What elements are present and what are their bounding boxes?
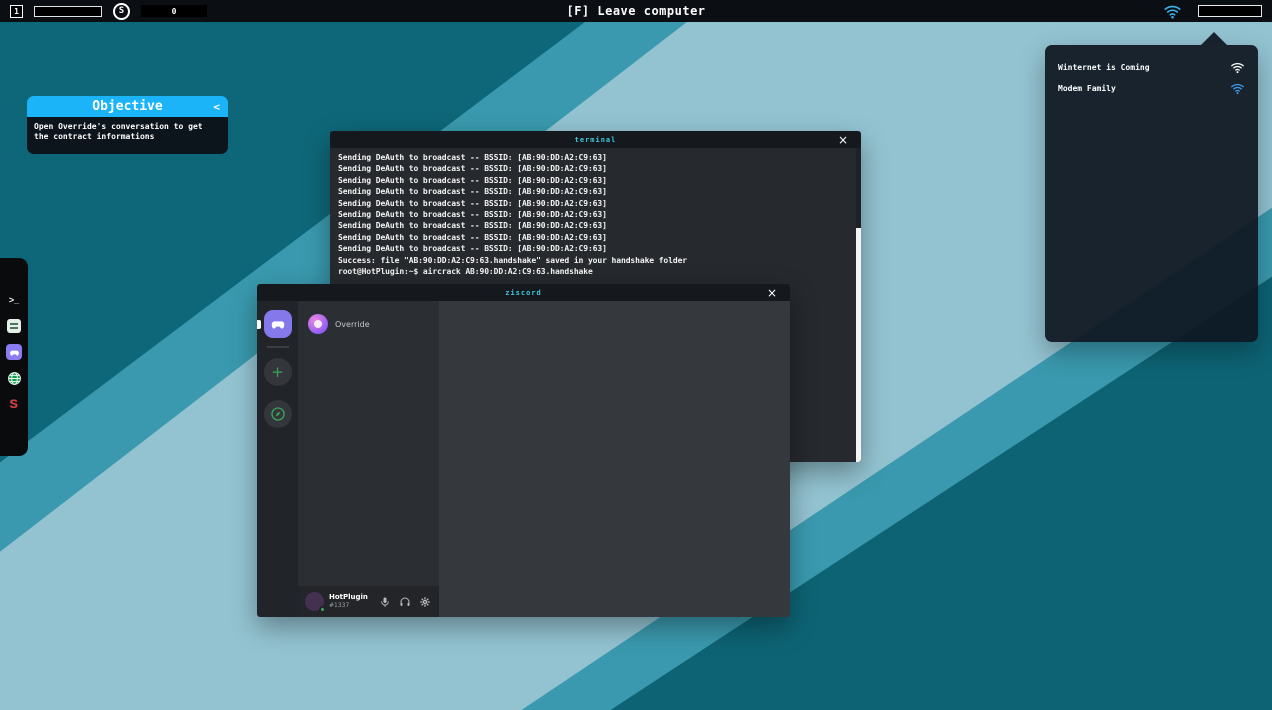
mic-icon[interactable] [377, 594, 392, 609]
terminal-scrollbar[interactable] [856, 148, 861, 462]
ziscord-window: ziscord × + Override [257, 284, 790, 617]
logo-glyph: S [119, 6, 124, 16]
explore-button[interactable] [264, 400, 292, 428]
terminal-line: Sending DeAuth to broadcast -- BSSID: [A… [338, 163, 853, 174]
globe-icon [7, 371, 22, 386]
topbar-right-group [1163, 2, 1262, 21]
dm-avatar [308, 314, 328, 334]
dock-notes-button[interactable] [6, 318, 23, 334]
objective-text: Open Override's conversation to get the … [27, 117, 228, 154]
red-logo-icon: S [10, 397, 18, 411]
wifi-signal-icon-connected [1230, 81, 1245, 96]
terminal-titlebar[interactable]: terminal × [330, 131, 861, 148]
settings-gear-icon[interactable] [417, 594, 432, 609]
notes-icon [7, 319, 21, 333]
terminal-line: Sending DeAuth to broadcast -- BSSID: [A… [338, 209, 853, 220]
ziscord-logo-icon [270, 316, 286, 332]
status-box [1198, 5, 1262, 17]
terminal-close-button[interactable]: × [838, 134, 848, 146]
terminal-line: Sending DeAuth to broadcast -- BSSID: [A… [338, 186, 853, 197]
ziscord-close-button[interactable]: × [767, 287, 777, 299]
dm-name: Override [335, 320, 370, 329]
dock-redapp-button[interactable]: S [6, 396, 23, 412]
slot-badge: 1 [10, 5, 23, 18]
terminal-line: Sending DeAuth to broadcast -- BSSID: [A… [338, 220, 853, 231]
ziscord-titlebar[interactable]: ziscord × [257, 284, 790, 301]
game-logo-icon: S [113, 3, 130, 20]
plus-icon: + [271, 365, 284, 380]
ziscord-dm-list: Override HotPlugin #1337 [298, 301, 439, 617]
objective-header: Objective < [27, 96, 228, 117]
terminal-line: Success: file "AB:90:DD:A2:C9:63.handsha… [338, 255, 853, 266]
add-server-button[interactable]: + [264, 358, 292, 386]
dock: >_ S [0, 258, 28, 456]
user-avatar [305, 592, 324, 611]
objective-collapse-button[interactable]: < [213, 100, 220, 113]
ziscord-main-area [439, 301, 790, 617]
user-tag: #1337 [329, 603, 368, 609]
dm-item-override[interactable]: Override [303, 310, 434, 338]
dock-terminal-button[interactable]: >_ [6, 292, 23, 308]
topbar-left-group: 1 S 0 [10, 3, 207, 20]
user-meta: HotPlugin #1337 [329, 594, 368, 609]
wifi-network-row[interactable]: Modem Family [1045, 78, 1258, 99]
topbar: 1 S 0 [F] Leave computer [0, 0, 1272, 22]
meter-bar [34, 6, 102, 17]
objective-title: Objective [92, 99, 162, 114]
leave-computer-hint: [F] Leave computer [566, 4, 705, 18]
wifi-icon[interactable] [1163, 2, 1182, 21]
server-selected-indicator [257, 320, 261, 329]
dock-browser-button[interactable] [6, 370, 23, 386]
user-bar: HotPlugin #1337 [298, 586, 439, 617]
ziscord-body: + Override HotPlugin #1337 [257, 301, 790, 617]
terminal-scrollbar-thumb[interactable] [856, 228, 861, 462]
compass-icon [270, 406, 286, 422]
terminal-title: terminal [575, 136, 617, 144]
counter-box: 0 [141, 5, 207, 17]
rail-divider [267, 346, 289, 348]
terminal-line: Sending DeAuth to broadcast -- BSSID: [A… [338, 243, 853, 254]
ziscord-home-button[interactable] [264, 310, 292, 338]
wifi-network-name: Winternet is Coming [1058, 63, 1150, 72]
ziscord-icon [6, 344, 22, 360]
wifi-network-row[interactable]: Winternet is Coming [1045, 57, 1258, 78]
ziscord-title: ziscord [505, 289, 542, 297]
wifi-panel: Winternet is Coming Modem Family [1045, 45, 1258, 342]
username: HotPlugin [329, 594, 368, 601]
headphones-icon[interactable] [397, 594, 412, 609]
wifi-panel-notch [1201, 32, 1227, 45]
terminal-line: Sending DeAuth to broadcast -- BSSID: [A… [338, 198, 853, 209]
terminal-line: root@HotPlugin:~$ aircrack AB:90:DD:A2:C… [338, 266, 853, 277]
online-status-dot [319, 606, 326, 613]
terminal-icon: >_ [9, 295, 19, 305]
wifi-signal-icon [1230, 60, 1245, 75]
terminal-line: Sending DeAuth to broadcast -- BSSID: [A… [338, 152, 853, 163]
dock-ziscord-button[interactable] [6, 344, 23, 360]
ziscord-server-rail: + [257, 301, 298, 617]
wifi-network-name: Modem Family [1058, 84, 1116, 93]
objective-panel: Objective < Open Override's conversation… [27, 96, 228, 154]
terminal-line: Sending DeAuth to broadcast -- BSSID: [A… [338, 175, 853, 186]
terminal-line: Sending DeAuth to broadcast -- BSSID: [A… [338, 232, 853, 243]
